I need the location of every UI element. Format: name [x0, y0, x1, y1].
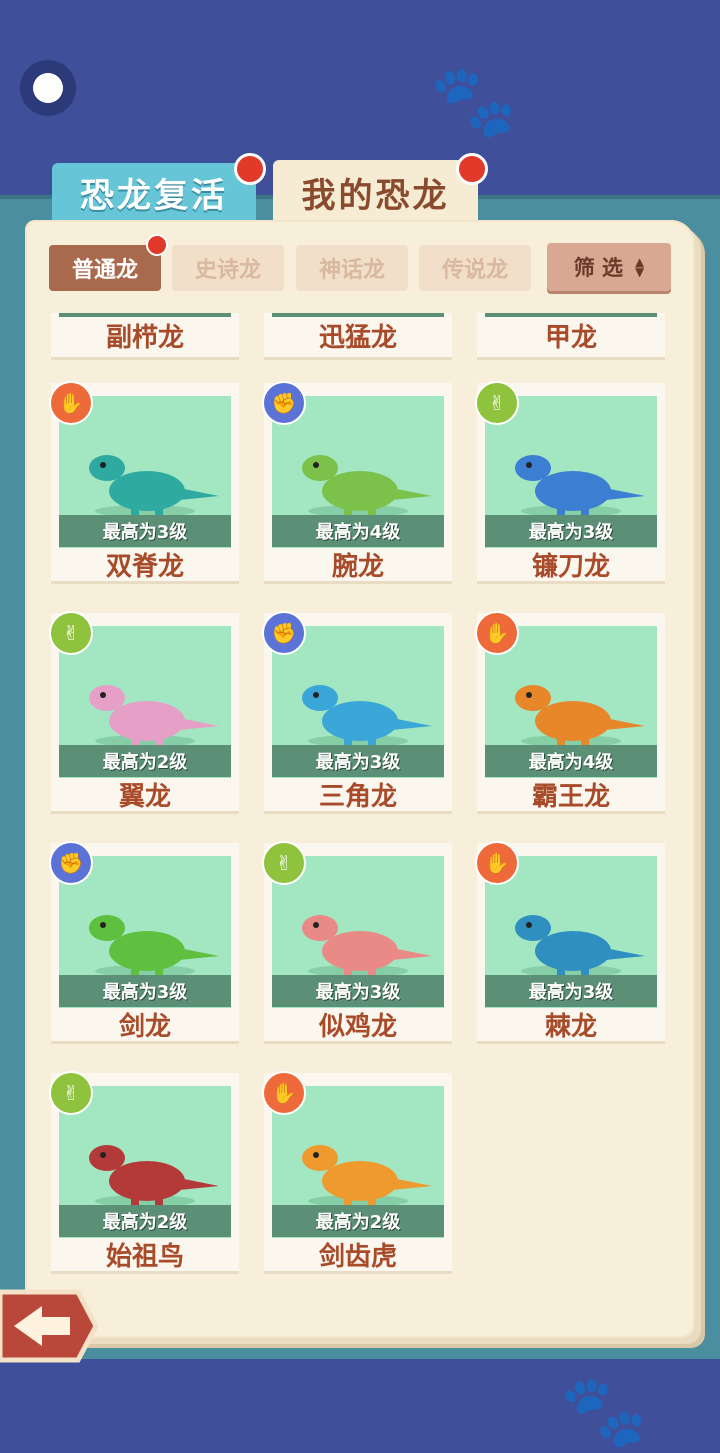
dino-card-partial[interactable]: 甲龙	[477, 313, 665, 357]
max-level-label: 最高为3级	[59, 975, 231, 1007]
dino-card[interactable]: 最高为3级剑龙 ✊	[49, 841, 239, 1042]
dino-card[interactable]: 最高为3级似鸡龙 ✌	[262, 841, 452, 1042]
paper-hand-icon: ✋	[475, 611, 519, 655]
dino-card[interactable]: 最高为2级翼龙 ✌	[49, 611, 239, 812]
notification-dot	[146, 234, 168, 256]
dino-name: 腕龙	[331, 552, 384, 582]
sort-arrows-icon: ▲ ▼	[635, 255, 645, 279]
scissors-hand-icon: ✌	[475, 381, 519, 425]
dino-card[interactable]: 最高为2级剑齿虎 ✋	[262, 1071, 452, 1272]
dino-name: 迅猛龙	[318, 323, 397, 353]
subtab-epic[interactable]: 史诗龙	[172, 245, 284, 291]
max-level-label: 最高为3级	[59, 515, 231, 547]
tab-my-dinos[interactable]: 我的恐龙	[273, 160, 478, 224]
tab-revive[interactable]: 恐龙复活	[52, 163, 256, 221]
subtab-common[interactable]: 普通龙	[49, 245, 161, 291]
dino-name: 棘龙	[544, 1012, 597, 1042]
dino-name: 霸王龙	[531, 782, 610, 812]
dino-card[interactable]: 最高为3级镰刀龙 ✌	[475, 381, 665, 582]
filter-button[interactable]: 筛 选 ▲ ▼	[547, 243, 671, 291]
max-level-label: 最高为4级	[272, 515, 444, 547]
dino-name: 剑龙	[118, 1012, 171, 1042]
rock-hand-icon: ✊	[262, 611, 306, 655]
dino-card[interactable]: 最高为3级双脊龙 ✋	[49, 381, 239, 582]
max-level-label: 最高为2级	[59, 745, 231, 777]
dino-card[interactable]: 最高为4级霸王龙 ✋	[475, 611, 665, 812]
notification-dot	[456, 153, 488, 185]
dino-card-partial[interactable]: 副栉龙	[51, 313, 239, 357]
dino-name: 始祖鸟	[105, 1242, 184, 1272]
rock-hand-icon: ✊	[262, 381, 306, 425]
dino-name: 副栉龙	[105, 323, 184, 353]
dino-grid: 副栉龙 迅猛龙 甲龙 最高为3级 双脊龙 ✋ 最高为4级 腕龙 ✊ 最高为3级 镰刀龙 ✌ 最高为…	[25, 313, 695, 1288]
dino-card[interactable]: 最高为2级始祖鸟 ✌	[49, 1071, 239, 1272]
max-level-label: 最高为3级	[272, 975, 444, 1007]
dino-card[interactable]: 最高为3级棘龙 ✋	[475, 841, 665, 1042]
max-level-label: 最高为3级	[485, 975, 657, 1007]
scissors-hand-icon: ✌	[262, 841, 306, 885]
dino-name: 双脊龙	[105, 552, 184, 582]
max-level-label: 最高为3级	[272, 745, 444, 777]
max-level-label: 最高为4级	[485, 745, 657, 777]
dino-name: 似鸡龙	[318, 1012, 397, 1042]
dino-card[interactable]: 最高为3级三角龙 ✊	[262, 611, 452, 812]
paper-hand-icon: ✋	[262, 1071, 306, 1115]
rock-hand-icon: ✊	[49, 841, 93, 885]
back-arrow-icon	[0, 1289, 99, 1363]
dino-name: 剑齿虎	[318, 1242, 397, 1272]
scissors-hand-icon: ✌	[49, 611, 93, 655]
dino-name: 翼龙	[118, 782, 171, 812]
dino-name: 镰刀龙	[531, 552, 610, 582]
circle-icon	[33, 73, 63, 103]
paw-decoration-icon: 🐾	[560, 1370, 648, 1452]
subtab-legend[interactable]: 传说龙	[419, 245, 531, 291]
subtab-myth[interactable]: 神话龙	[296, 245, 408, 291]
max-level-label: 最高为2级	[59, 1205, 231, 1237]
dino-card-partial[interactable]: 迅猛龙	[264, 313, 452, 357]
scissors-hand-icon: ✌	[49, 1071, 93, 1115]
notification-dot	[234, 153, 266, 185]
back-button[interactable]	[0, 1286, 99, 1366]
max-level-label: 最高为2级	[272, 1205, 444, 1237]
paper-hand-icon: ✋	[49, 381, 93, 425]
dino-name: 三角龙	[318, 782, 397, 812]
menu-button[interactable]	[20, 60, 76, 116]
dino-name: 甲龙	[544, 323, 597, 353]
max-level-label: 最高为3级	[485, 515, 657, 547]
dino-card[interactable]: 最高为4级腕龙 ✊	[262, 381, 452, 582]
paper-hand-icon: ✋	[475, 841, 519, 885]
paw-decoration-icon: 🐾	[430, 60, 518, 142]
